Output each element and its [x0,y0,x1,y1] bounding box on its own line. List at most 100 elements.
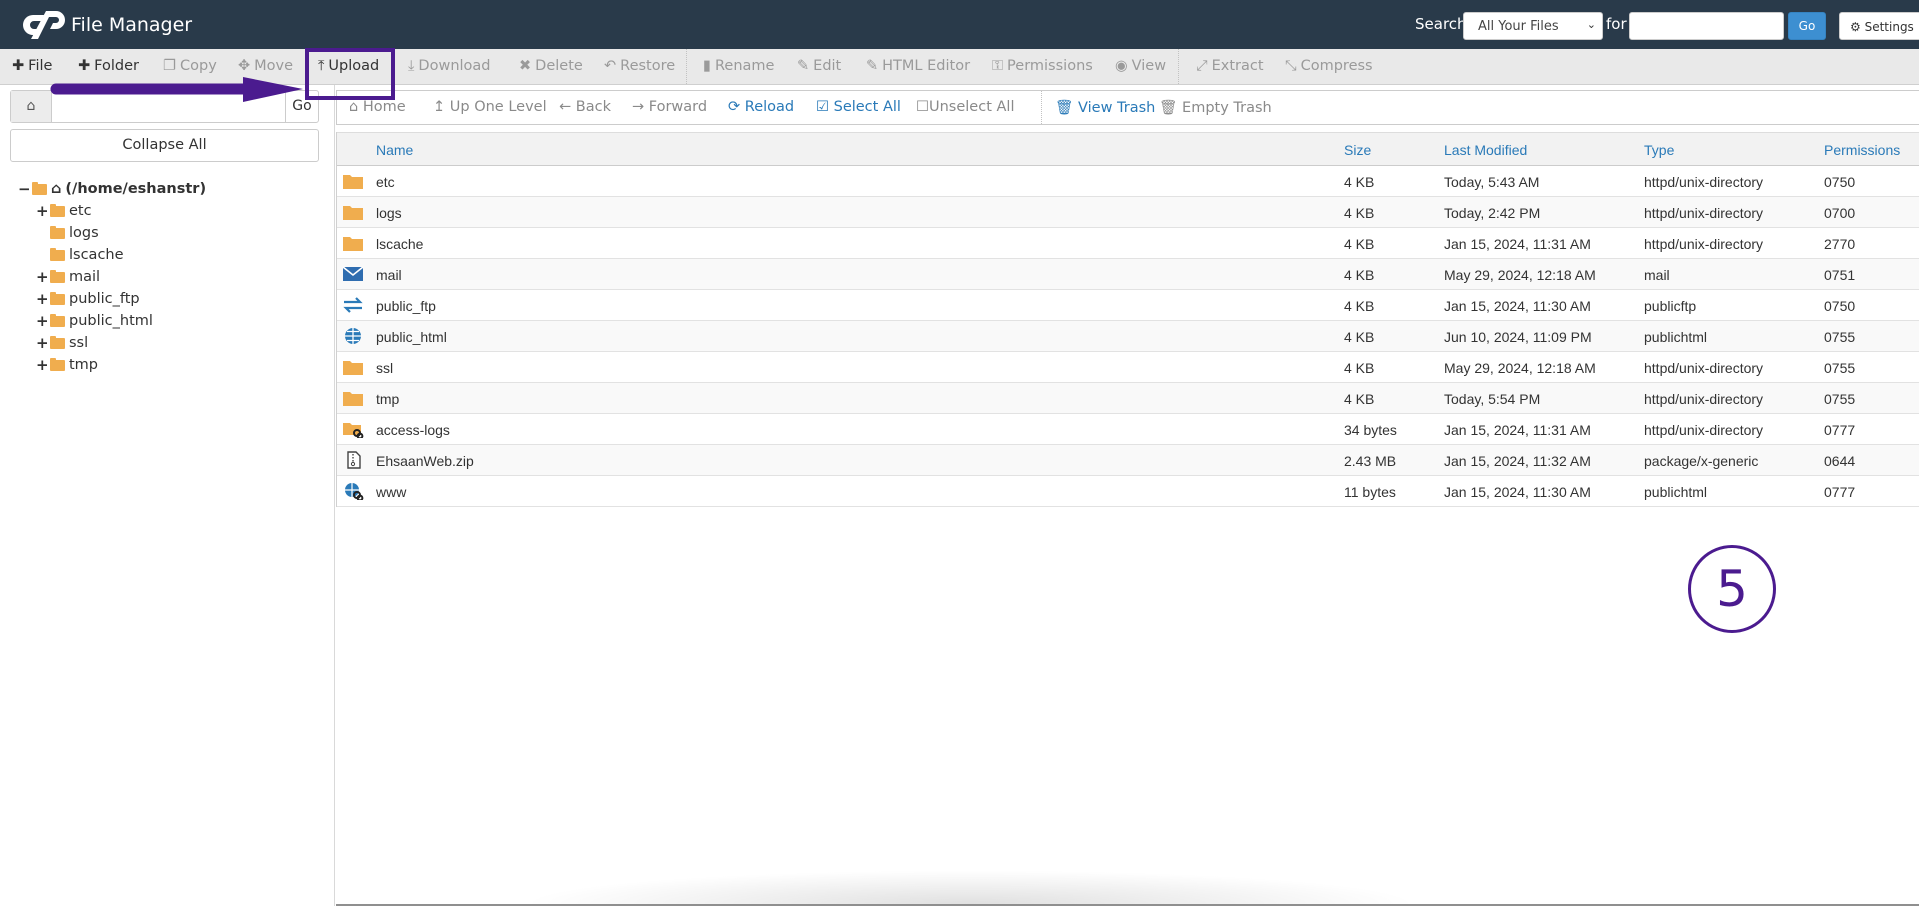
copy-button[interactable]: ❐ Copy [163,58,217,74]
file-permissions: 0755 [1824,329,1856,345]
view-trash-button[interactable]: 🗑 View Trash [1037,99,1155,116]
table-header: Name Size Last Modified Type Permissions [337,132,1919,166]
permissions-button[interactable]: ⚿ Permissions [992,58,1093,74]
search-input[interactable] [1629,12,1784,40]
tree-item[interactable]: + public_ftp [36,288,140,310]
file-name[interactable]: ssl [376,360,393,376]
table-row[interactable]: tmp 4 KB Today, 5:54 PM httpd/unix-director… [337,383,1919,414]
tree-item[interactable]: + public_html [36,310,153,332]
file-name[interactable]: access-logs [376,422,450,438]
folder-icon [342,172,364,190]
forward-button[interactable]: → Forward [632,99,707,115]
search-label: Search [1415,15,1467,33]
column-header-type[interactable]: Type [1644,142,1674,158]
file-name[interactable]: public_html [376,329,447,345]
file-size: 2.43 MB [1344,453,1397,469]
view-button[interactable]: ◉ View [1115,58,1166,74]
tree-item[interactable]: + ssl [36,332,88,354]
tree-item[interactable]: logs [48,222,99,244]
tree-item[interactable]: lscache [48,244,124,266]
table-row[interactable]: mail 4 KB May 29, 2024, 12:18 AM mail 0751 [337,259,1919,290]
search-scope-select[interactable]: All Your Files ⌄ [1463,12,1603,40]
tree-item[interactable]: + etc [36,200,92,222]
tree-root[interactable]: − ⌂ (/home/eshanstr) [18,178,206,200]
chevron-down-icon: ⌄ [1586,18,1596,31]
table-row[interactable]: access-logs 34 bytes Jan 15, 2024, 11:31 A… [337,414,1919,445]
gear-icon: ⚙ [1850,20,1861,34]
new-file-label: File [28,58,53,74]
table-row[interactable]: etc 4 KB Today, 5:43 AM httpd/unix-director… [337,166,1919,197]
path-input[interactable] [52,91,286,122]
file-permissions: 0755 [1824,360,1856,376]
back-button[interactable]: ← Back [559,99,611,115]
settings-button[interactable]: ⚙ Settings [1839,12,1919,40]
download-button[interactable]: ⤓ Download [408,58,491,74]
table-row[interactable]: EhsaanWeb.zip 2.43 MB Jan 15, 2024, 11:32 … [337,445,1919,476]
expand-toggle-icon[interactable]: + [36,312,49,330]
file-name[interactable]: EhsaanWeb.zip [376,453,474,469]
delete-label: Delete [535,58,583,74]
expand-toggle-icon[interactable]: + [36,290,49,308]
expand-toggle-icon[interactable]: + [36,334,49,352]
new-folder-button[interactable]: ✚ Folder [78,58,139,74]
action-toolbar: ✚ File ✚ Folder ❐ Copy ✥ Move ⤒ Upload ⤓ Downl… [0,49,1919,85]
html-editor-button[interactable]: ✎ HTML Editor [866,58,970,74]
top-header: File Manager Search All Your Files ⌄ for… [0,0,1919,49]
file-size: 4 KB [1344,205,1375,221]
restore-button[interactable]: ↶ Restore [604,58,675,74]
table-row[interactable]: logs 4 KB Today, 2:42 PM httpd/unix-directo… [337,197,1919,228]
expand-toggle-icon[interactable]: + [36,356,49,374]
file-name[interactable]: logs [376,205,402,221]
eye-icon: ◉ [1115,58,1128,74]
path-go-button[interactable]: Go [285,91,318,122]
reload-button[interactable]: ⟳ Reload [728,99,794,115]
move-button[interactable]: ✥ Move [238,58,293,74]
file-name[interactable]: lscache [376,236,423,252]
column-header-last-modified[interactable]: Last Modified [1444,142,1527,158]
table-row[interactable]: public_html 4 KB Jun 10, 2024, 11:09 PM pub… [337,321,1919,352]
mail-icon [342,265,364,283]
table-row[interactable]: www 11 bytes Jan 15, 2024, 11:30 AM publich… [337,476,1919,507]
home-button[interactable]: ⌂ Home [349,99,406,115]
column-header-name[interactable]: Name [376,142,413,158]
file-name[interactable]: etc [376,174,395,190]
collapse-toggle-icon[interactable]: − [18,180,31,198]
up-one-level-button[interactable]: ↥ Up One Level [433,99,547,115]
collapse-all-button[interactable]: Collapse All [10,129,319,162]
column-header-size[interactable]: Size [1344,142,1371,158]
select-all-button[interactable]: ☑ Select All [816,99,901,115]
new-file-button[interactable]: ✚ File [12,58,52,74]
file-type: httpd/unix-directory [1644,205,1764,221]
navigation-bar: ⌂ Home ↥ Up One Level ← Back → Forward ⟳… [336,90,1919,125]
file-name[interactable]: mail [376,267,402,283]
tree-item[interactable]: + mail [36,266,100,288]
edit-button[interactable]: ✎ Edit [797,58,841,74]
tree-item-label: public_html [69,313,153,329]
home-icon[interactable]: ⌂ [11,91,52,122]
transfer-icon [342,296,364,314]
upload-button[interactable]: ⤒ Upload [318,58,379,74]
expand-toggle-icon[interactable]: + [36,268,49,286]
rename-button[interactable]: ▮ Rename [703,58,774,74]
folder-open-icon [32,181,47,195]
file-name[interactable]: www [376,484,406,500]
empty-trash-button[interactable]: 🗑 Empty Trash [1149,99,1272,116]
unselect-all-button[interactable]: ☐Unselect All [916,99,1014,115]
file-size: 4 KB [1344,298,1375,314]
expand-toggle-icon[interactable]: + [36,202,49,220]
tree-item-label: public_ftp [69,291,140,307]
tree-item[interactable]: + tmp [36,354,98,376]
file-name[interactable]: tmp [376,391,399,407]
table-row[interactable]: public_ftp 4 KB Jan 15, 2024, 11:30 AM publ… [337,290,1919,321]
table-row[interactable]: ssl 4 KB May 29, 2024, 12:18 AM httpd/unix-… [337,352,1919,383]
extract-label: Extract [1211,58,1264,74]
delete-button[interactable]: ✖ Delete [519,58,583,74]
file-name[interactable]: public_ftp [376,298,436,314]
compress-button[interactable]: ⤡ Compress [1285,58,1373,74]
file-permissions: 0777 [1824,422,1856,438]
file-table: Name Size Last Modified Type Permissions… [336,132,1919,507]
column-header-permissions[interactable]: Permissions [1824,142,1900,158]
table-row[interactable]: lscache 4 KB Jan 15, 2024, 11:31 AM httpd/u… [337,228,1919,259]
extract-button[interactable]: ⤢ Extract [1196,58,1264,74]
search-go-button[interactable]: Go [1788,12,1826,40]
